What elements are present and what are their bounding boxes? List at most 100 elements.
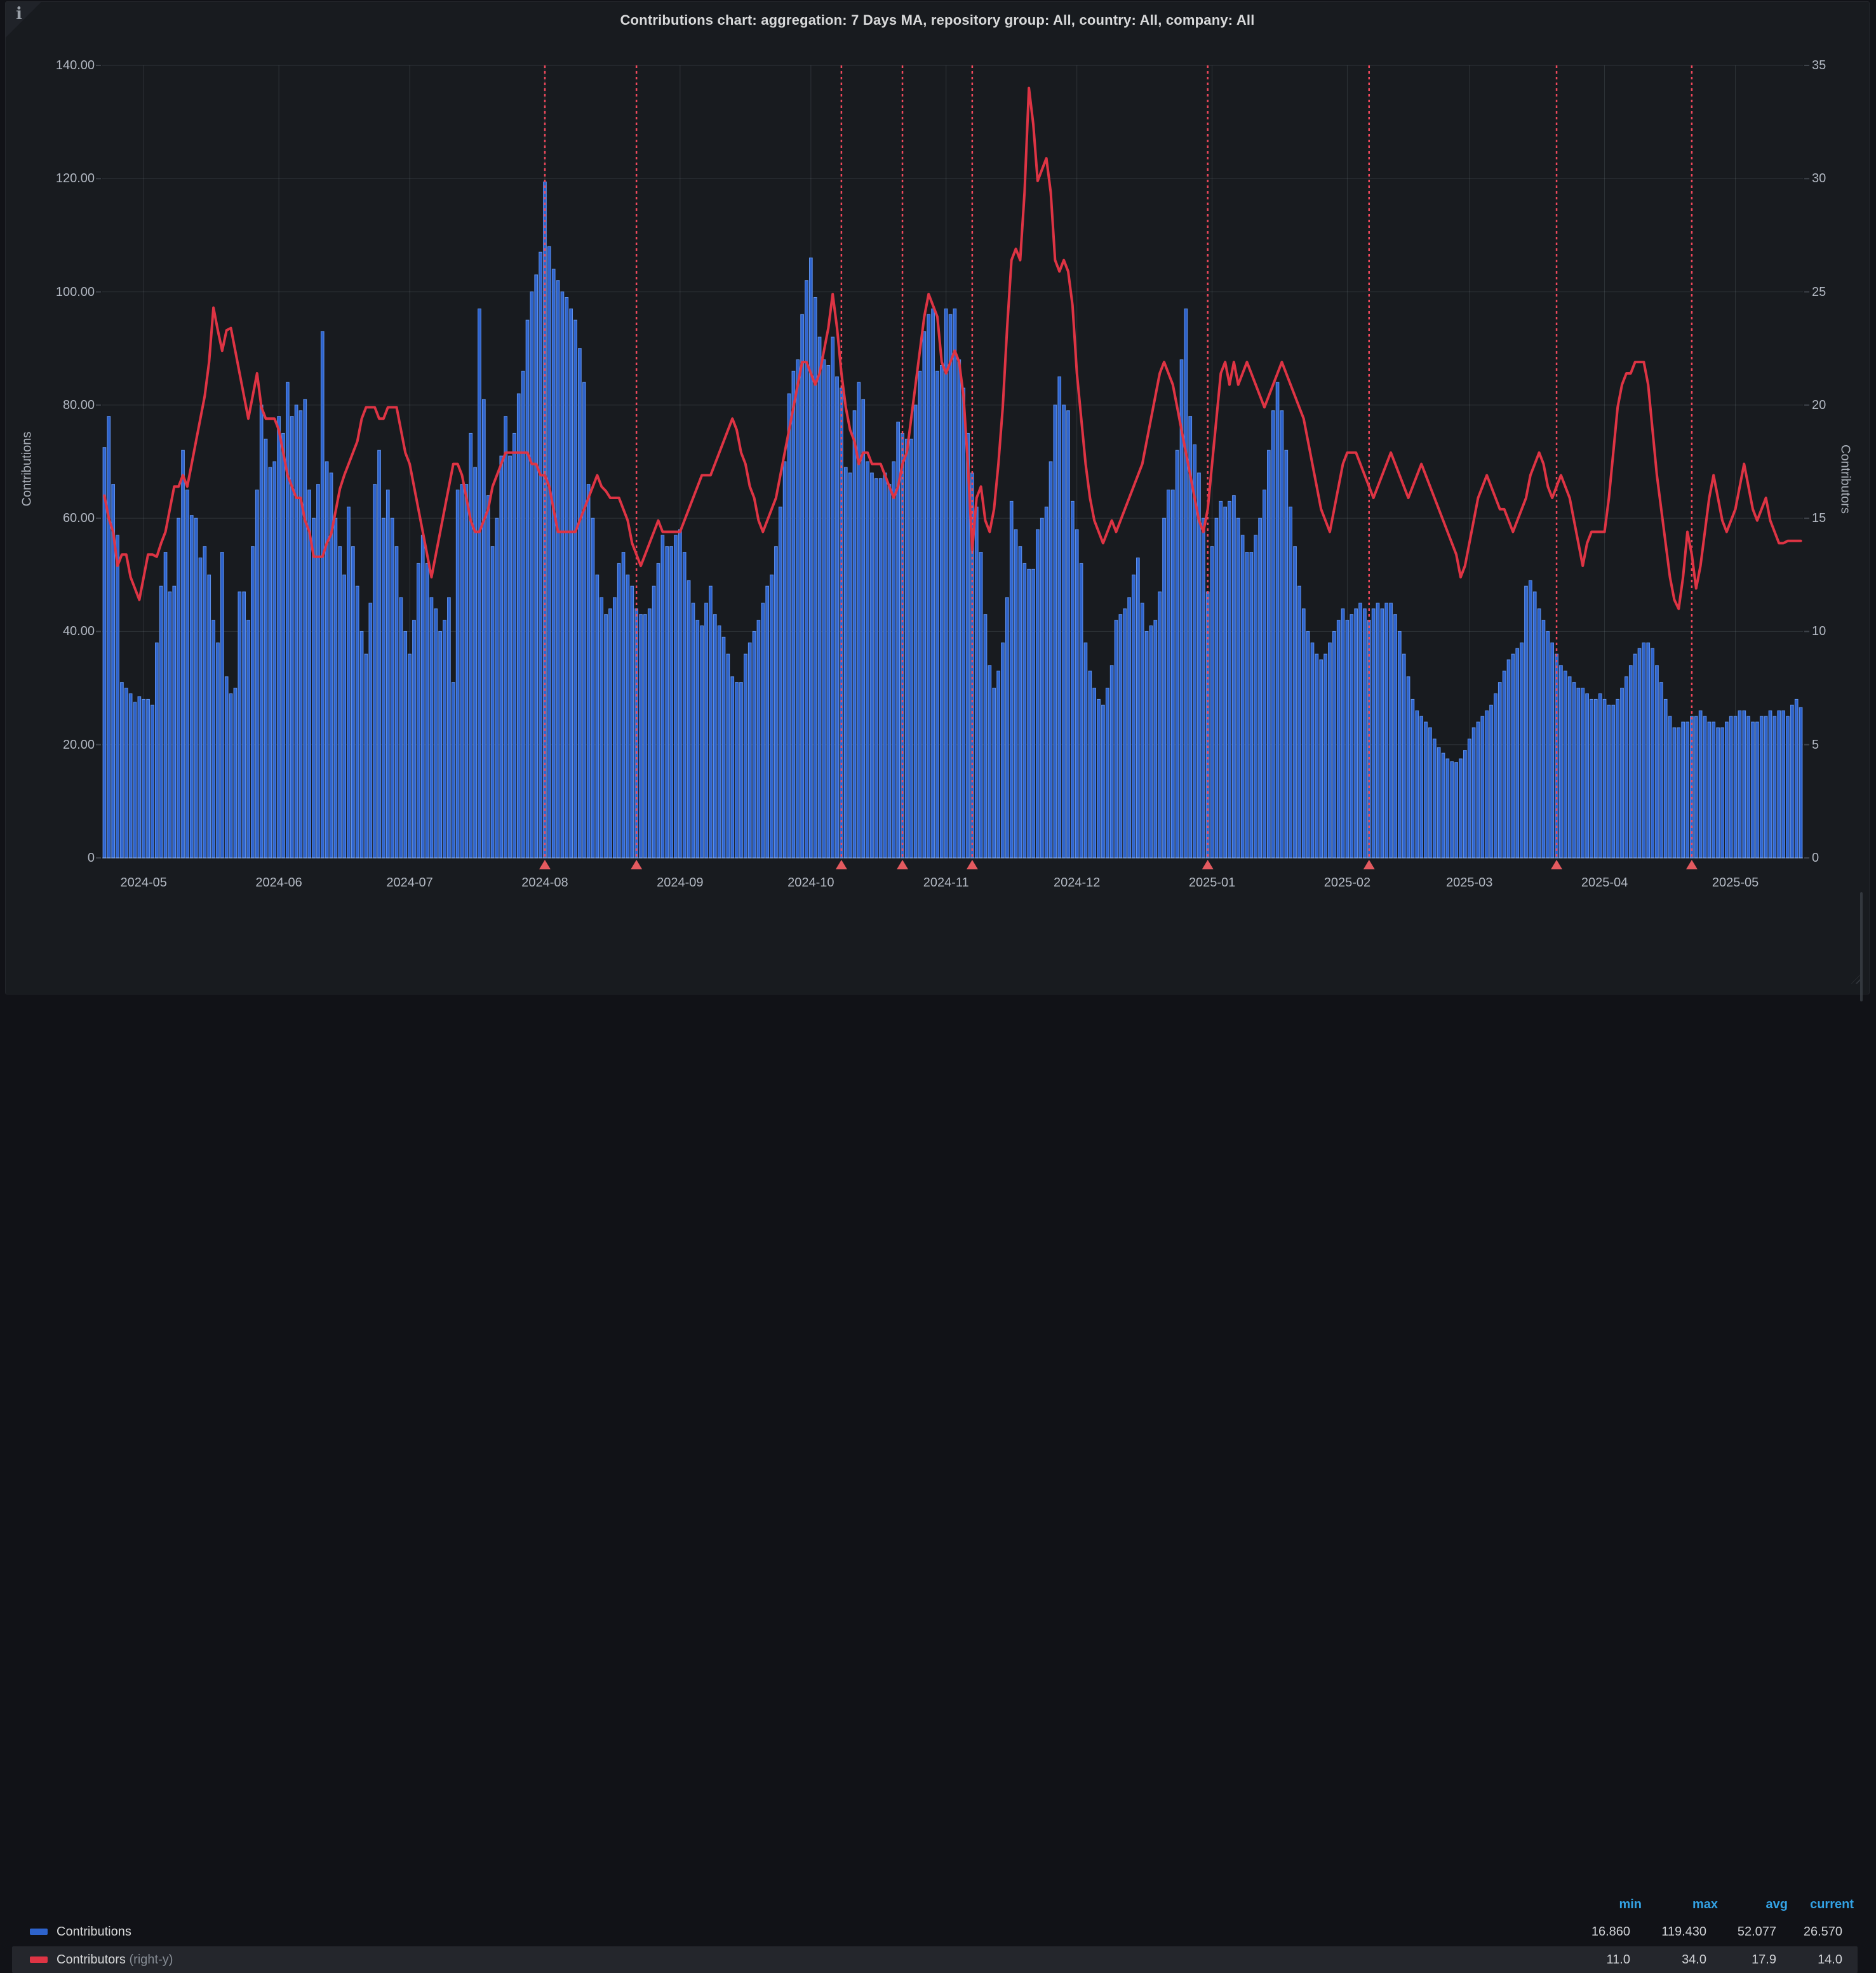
bar-contributions[interactable]: [810, 258, 813, 858]
bar-contributions[interactable]: [548, 246, 551, 858]
bar-contributions[interactable]: [1080, 563, 1083, 858]
bar-contributions[interactable]: [264, 439, 267, 858]
bar-contributions[interactable]: [836, 377, 839, 858]
bar-contributions[interactable]: [1542, 620, 1545, 858]
bar-contributions[interactable]: [648, 609, 651, 858]
bar-contributions[interactable]: [1337, 620, 1340, 858]
scrollbar[interactable]: [1860, 892, 1863, 1001]
bar-contributions[interactable]: [1424, 722, 1428, 858]
bar-contributions[interactable]: [796, 360, 800, 858]
bar-contributions[interactable]: [801, 314, 804, 858]
bar-contributions[interactable]: [1494, 693, 1497, 858]
bar-contributions[interactable]: [1233, 495, 1236, 858]
bar-contributions[interactable]: [352, 547, 355, 858]
bar-contributions[interactable]: [1163, 518, 1166, 858]
bar-contributions[interactable]: [338, 547, 342, 858]
bar-contributions[interactable]: [1607, 705, 1611, 858]
bar-contributions[interactable]: [413, 620, 416, 858]
bar-contributions[interactable]: [1437, 747, 1440, 858]
bar-contributions[interactable]: [509, 456, 512, 858]
bar-contributions[interactable]: [1621, 688, 1624, 858]
bar-contributions[interactable]: [443, 620, 446, 858]
bar-contributions[interactable]: [1516, 648, 1519, 858]
annotation-marker[interactable]: [539, 860, 551, 869]
bar-contributions[interactable]: [993, 688, 996, 858]
bar-contributions[interactable]: [229, 693, 232, 858]
bar-contributions[interactable]: [1359, 603, 1362, 858]
bar-contributions[interactable]: [1769, 711, 1772, 858]
bar-contributions[interactable]: [1551, 643, 1554, 858]
bar-contributions[interactable]: [565, 297, 568, 858]
bar-contributions[interactable]: [1049, 462, 1052, 858]
bar-contributions[interactable]: [1498, 683, 1501, 858]
bar-contributions[interactable]: [1629, 665, 1632, 858]
bar-contributions[interactable]: [617, 563, 620, 858]
bar-contributions[interactable]: [944, 309, 948, 858]
bar-contributions[interactable]: [1119, 615, 1122, 858]
bar-contributions[interactable]: [1228, 501, 1231, 858]
bar-contributions[interactable]: [1773, 716, 1776, 858]
bar-contributions[interactable]: [862, 399, 865, 858]
bar-contributions[interactable]: [1734, 716, 1737, 858]
bar-contributions[interactable]: [787, 394, 791, 858]
bar-contributions[interactable]: [892, 462, 895, 858]
bar-contributions[interactable]: [369, 603, 372, 858]
bar-contributions[interactable]: [1320, 660, 1323, 858]
bar-contributions[interactable]: [1595, 699, 1598, 858]
bar-contributions[interactable]: [909, 439, 913, 858]
bar-contributions[interactable]: [574, 320, 577, 858]
bar-contributions[interactable]: [1158, 592, 1162, 858]
bar-contributions[interactable]: [513, 433, 516, 858]
bar-contributions[interactable]: [1132, 575, 1136, 858]
bar-contributions[interactable]: [1002, 643, 1005, 858]
bar-contributions[interactable]: [1032, 569, 1035, 858]
bar-contributions[interactable]: [199, 558, 202, 858]
bar-contributions[interactable]: [1306, 631, 1310, 858]
annotation-marker[interactable]: [967, 860, 978, 869]
bar-contributions[interactable]: [173, 586, 176, 858]
bar-contributions[interactable]: [770, 575, 774, 858]
bar-contributions[interactable]: [456, 490, 459, 858]
bar-contributions[interactable]: [1743, 711, 1746, 858]
bar-contributions[interactable]: [1651, 648, 1654, 858]
bar-contributions[interactable]: [417, 563, 420, 858]
bar-contributions[interactable]: [927, 314, 930, 858]
bar-contributions[interactable]: [1564, 671, 1567, 858]
bar-contributions[interactable]: [138, 697, 141, 858]
bar-contributions[interactable]: [679, 530, 682, 858]
bar-contributions[interactable]: [1298, 586, 1301, 858]
bar-contributions[interactable]: [1633, 654, 1637, 858]
bar-contributions[interactable]: [1477, 722, 1480, 858]
bar-contributions[interactable]: [1149, 626, 1153, 858]
bar-contributions[interactable]: [539, 252, 542, 858]
bar-contributions[interactable]: [1302, 609, 1305, 858]
bar-contributions[interactable]: [1376, 603, 1379, 858]
bar-contributions[interactable]: [460, 485, 464, 858]
bar-contributions[interactable]: [914, 405, 917, 858]
bar-contributions[interactable]: [962, 388, 965, 858]
bar-contributions[interactable]: [434, 609, 438, 858]
annotation-marker[interactable]: [836, 860, 847, 869]
bar-contributions[interactable]: [1276, 382, 1279, 858]
bar-contributions[interactable]: [260, 405, 263, 858]
legend-stat-header-current[interactable]: current: [1759, 1896, 1854, 1913]
legend-label[interactable]: Contributions: [57, 1918, 131, 1945]
bar-contributions[interactable]: [696, 620, 699, 858]
bar-contributions[interactable]: [425, 563, 429, 858]
bar-contributions[interactable]: [1071, 501, 1075, 858]
annotation-marker[interactable]: [897, 860, 908, 869]
bar-contributions[interactable]: [932, 309, 935, 858]
bar-contributions[interactable]: [871, 473, 874, 858]
bar-contributions[interactable]: [278, 417, 281, 858]
bar-contributions[interactable]: [1586, 693, 1589, 858]
bar-contributions[interactable]: [936, 371, 939, 858]
bar-contributions[interactable]: [373, 485, 377, 858]
bar-contributions[interactable]: [1752, 722, 1755, 858]
bar-contributions[interactable]: [465, 485, 468, 858]
bar-contributions[interactable]: [1546, 631, 1550, 858]
bar-contributions[interactable]: [1725, 722, 1729, 858]
bar-contributions[interactable]: [221, 552, 224, 858]
bar-contributions[interactable]: [1446, 759, 1449, 858]
bar-contributions[interactable]: [1577, 688, 1580, 858]
bar-contributions[interactable]: [421, 535, 424, 858]
